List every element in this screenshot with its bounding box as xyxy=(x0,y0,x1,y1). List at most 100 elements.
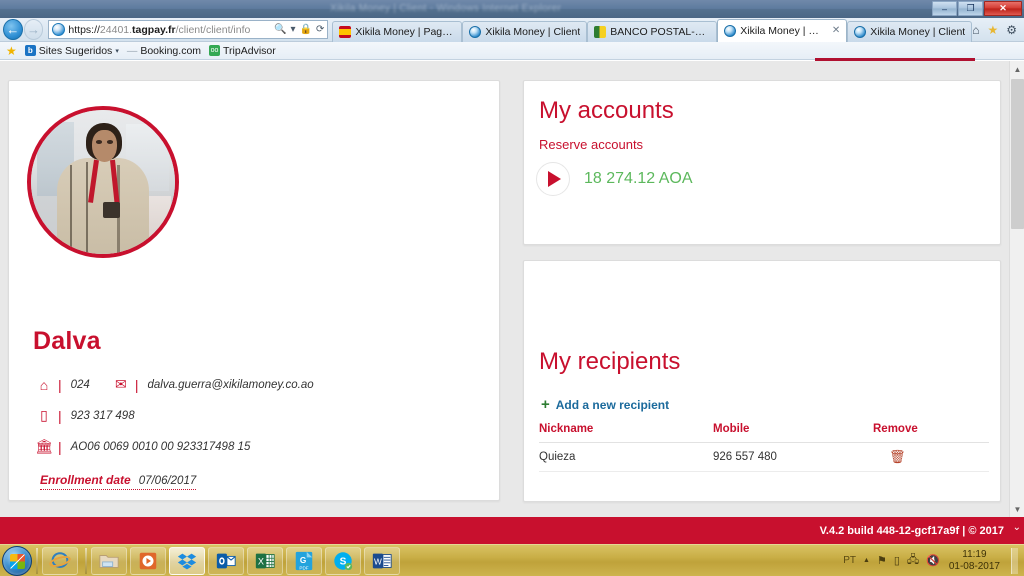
media-icon xyxy=(139,552,157,569)
scroll-down-icon[interactable]: ⌄ xyxy=(1013,522,1021,533)
recipients-card: My recipients + Add a new recipient Nick… xyxy=(523,260,1001,502)
taskbar-media-player[interactable] xyxy=(130,546,166,575)
bookmark-booking[interactable]: — Booking.com xyxy=(127,45,201,57)
home-icon[interactable]: ⌂ xyxy=(972,23,979,37)
tab-close-icon[interactable]: ✕ xyxy=(832,25,840,36)
scrollbar-thumb[interactable] xyxy=(1011,79,1024,229)
browser-tabstrip: Xikila Money | Paga Aqui Xikila Money | … xyxy=(332,18,973,42)
url-scheme: https:// xyxy=(68,23,100,36)
taskbar-internet-explorer[interactable] xyxy=(42,546,78,575)
close-button[interactable]: ✕ xyxy=(984,1,1022,16)
search-icon[interactable]: 🔍 xyxy=(274,24,286,35)
profile-name: Dalva xyxy=(33,327,101,355)
taskbar-excel[interactable]: X xyxy=(247,546,283,575)
divider xyxy=(85,547,87,574)
svg-text:PDF: PDF xyxy=(299,565,308,570)
back-button[interactable]: ← xyxy=(3,19,23,40)
divider xyxy=(36,547,38,574)
envelope-icon: ✉ xyxy=(114,376,127,392)
tab-title: Xikila Money | Client xyxy=(485,25,581,38)
divider: | xyxy=(134,376,139,393)
browser-tab-4-active[interactable]: Xikila Money | Client ✕ xyxy=(717,18,848,42)
bank-icon: 🏛 xyxy=(35,438,53,454)
table-row[interactable]: Quieza 926 557 480 🗑 xyxy=(539,443,989,472)
profile-info-row-mobile: ▯ | 923 317 498 xyxy=(35,400,475,431)
flag-icon[interactable]: ⚑ xyxy=(877,554,887,567)
forward-button[interactable]: → xyxy=(23,19,44,40)
outlook-icon xyxy=(216,553,236,568)
browser-tab-2[interactable]: Xikila Money | Client xyxy=(462,20,588,42)
window-title: Xikila Money | Client - Windows Internet… xyxy=(330,3,562,14)
favorites-icon[interactable]: ★ xyxy=(987,23,998,37)
chevron-down-icon[interactable]: ▾ xyxy=(115,47,119,55)
divider: | xyxy=(58,438,62,455)
bookmark-tripadvisor[interactable]: oo TripAdvisor xyxy=(209,45,276,57)
taskbar-dropbox[interactable] xyxy=(169,546,205,575)
recipient-mobile: 926 557 480 xyxy=(713,451,777,463)
ie-icon xyxy=(49,551,71,568)
ie-icon xyxy=(854,25,867,38)
refresh-icon[interactable]: ⟳ xyxy=(316,24,324,35)
accounts-title: My accounts xyxy=(539,97,674,124)
plus-icon: + xyxy=(541,396,550,413)
browser-tab-5[interactable]: Xikila Money | Client xyxy=(847,20,973,42)
page-viewport: Dalva ⌂ | 024 ✉ | dalva.guerra@xikilamon… xyxy=(0,61,1009,517)
taskbar-windows-explorer[interactable] xyxy=(91,546,127,575)
ie-icon xyxy=(724,24,737,37)
dash-icon: — xyxy=(126,44,138,57)
scroll-up-icon[interactable]: ▲ xyxy=(1010,61,1024,77)
accounts-card: My accounts Reserve accounts 18 274.12 A… xyxy=(523,80,1001,245)
play-icon[interactable] xyxy=(536,162,570,196)
browser-tab-1[interactable]: Xikila Money | Paga Aqui xyxy=(332,20,463,42)
clock[interactable]: 11:19 01-08-2017 xyxy=(947,549,1000,573)
page-scrollbar[interactable]: ▲ ▼ xyxy=(1009,61,1024,517)
chevron-down-icon[interactable]: ▾ xyxy=(290,24,295,35)
maximize-button[interactable]: ❐ xyxy=(958,1,983,16)
ie-icon xyxy=(469,25,482,38)
table-header-row: Nickname Mobile Remove xyxy=(539,423,989,443)
tab-title: BANCO POSTAL-PROD... xyxy=(610,25,710,38)
taskbar-outlook[interactable] xyxy=(208,546,244,575)
taskbar-skype[interactable]: S xyxy=(325,546,361,575)
taskbar-word[interactable]: W xyxy=(364,546,400,575)
profile-info-row-id-email: ⌂ | 024 ✉ | dalva.guerra@xikilamoney.co.… xyxy=(35,369,475,400)
tray-expand-icon[interactable]: ▲ xyxy=(863,557,870,564)
bookmark-label: TripAdvisor xyxy=(223,44,276,57)
show-desktop-button[interactable] xyxy=(1011,547,1018,574)
accounts-subtitle: Reserve accounts xyxy=(539,137,644,152)
tripadvisor-icon: oo xyxy=(209,45,221,56)
battery-icon[interactable]: ▯ xyxy=(894,554,900,567)
bing-icon: b xyxy=(24,45,36,56)
screen: Xikila Money | Client - Windows Internet… xyxy=(0,0,1024,576)
profile-email: dalva.guerra@xikilamoney.co.ao xyxy=(147,378,314,391)
bancopostal-icon xyxy=(594,25,607,38)
add-recipient-link[interactable]: + Add a new recipient xyxy=(541,397,669,412)
spain-flag-icon xyxy=(339,25,352,38)
language-indicator[interactable]: PT xyxy=(843,555,856,566)
bookmark-sites-sugeridos[interactable]: b Sites Sugeridos ▾ xyxy=(24,45,119,57)
volume-mute-icon[interactable]: 🔇 xyxy=(926,554,940,567)
address-bar[interactable]: https://24401.tagpay.fr/client/client/in… xyxy=(48,20,329,39)
scroll-down-icon[interactable]: ▼ xyxy=(1010,501,1024,517)
enrollment-date-value: 07/06/2017 xyxy=(138,475,197,487)
network-icon[interactable]: 🖧 xyxy=(907,551,919,570)
column-header-remove: Remove xyxy=(873,423,918,435)
trash-icon[interactable]: 🗑 xyxy=(873,449,963,465)
profile-info-row-iban: 🏛 | AO06 0069 0010 00 923317498 15 xyxy=(35,431,475,462)
account-row[interactable]: 18 274.12 AOA xyxy=(536,162,693,196)
clock-time: 11:19 xyxy=(962,548,987,560)
browser-tab-3[interactable]: BANCO POSTAL-PROD... xyxy=(587,20,718,42)
divider: | xyxy=(58,407,62,424)
profile-mobile: 923 317 498 xyxy=(70,409,135,422)
recipients-table: Nickname Mobile Remove Quieza 926 557 48… xyxy=(539,423,989,472)
minimize-button[interactable]: – xyxy=(932,1,957,16)
favorites-star-icon[interactable]: ★ xyxy=(6,45,17,57)
start-button[interactable] xyxy=(2,545,32,576)
gear-icon[interactable]: ⚙ xyxy=(1006,23,1017,37)
app-footer: V.4.2 build 448-12-gcf17a9f | © 2017 ⌄ xyxy=(0,517,1024,544)
add-recipient-label: Add a new recipient xyxy=(555,397,670,412)
enrollment-date-label: Enrollment date xyxy=(40,473,131,487)
taskbar-pdf-reader[interactable]: G PDF xyxy=(286,546,322,575)
window-controls: – ❐ ✕ xyxy=(932,1,1022,16)
url-path: /client/client/info xyxy=(175,23,251,36)
